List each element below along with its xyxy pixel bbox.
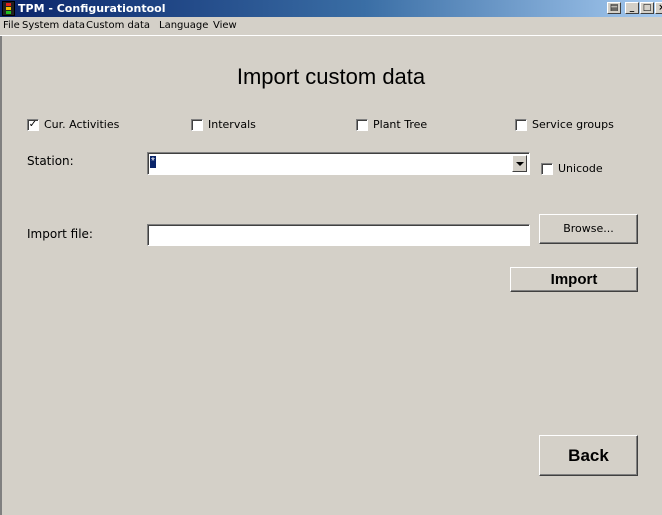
checkbox-box[interactable] xyxy=(515,119,527,131)
plant-tree-label: Plant Tree xyxy=(373,118,428,131)
station-label: Station: xyxy=(27,154,74,168)
import-file-input[interactable] xyxy=(147,224,530,246)
minimize-button[interactable]: _ xyxy=(625,2,639,14)
import-file-label: Import file: xyxy=(27,227,93,241)
station-select[interactable]: * xyxy=(147,152,530,175)
intervals-label: Intervals xyxy=(208,118,256,131)
menu-view[interactable]: View xyxy=(213,20,237,31)
service-groups-label: Service groups xyxy=(532,118,614,131)
unicode-label: Unicode xyxy=(558,162,603,175)
browse-button[interactable]: Browse... xyxy=(539,214,638,244)
cur-activities-label: Cur. Activities xyxy=(44,118,120,131)
station-value: * xyxy=(150,156,156,168)
menu-custom-data[interactable]: Custom data xyxy=(86,20,150,31)
checkbox-box[interactable] xyxy=(541,163,553,175)
menu-system-data[interactable]: System data xyxy=(22,20,85,31)
checkbox-box[interactable]: ✓ xyxy=(27,119,39,131)
close-button[interactable]: × xyxy=(655,2,662,14)
page-title: Import custom data xyxy=(236,64,426,89)
maximize-button[interactable]: □ xyxy=(640,2,654,14)
chevron-down-icon[interactable] xyxy=(512,155,527,172)
back-button[interactable]: Back xyxy=(539,435,638,476)
checkbox-box[interactable] xyxy=(191,119,203,131)
import-button[interactable]: Import xyxy=(510,267,638,292)
print-icon[interactable]: ▤ xyxy=(607,2,621,14)
menu-language[interactable]: Language xyxy=(159,20,208,31)
menu-bar: File System data Custom data Language Vi… xyxy=(0,17,662,36)
traffic-light-icon xyxy=(2,1,15,16)
checkbox-box[interactable] xyxy=(356,119,368,131)
window-title: TPM - Configurationtool xyxy=(18,2,166,15)
menu-file[interactable]: File xyxy=(3,20,20,31)
title-bar[interactable]: TPM - Configurationtool ▤ _ □ × xyxy=(0,0,662,17)
